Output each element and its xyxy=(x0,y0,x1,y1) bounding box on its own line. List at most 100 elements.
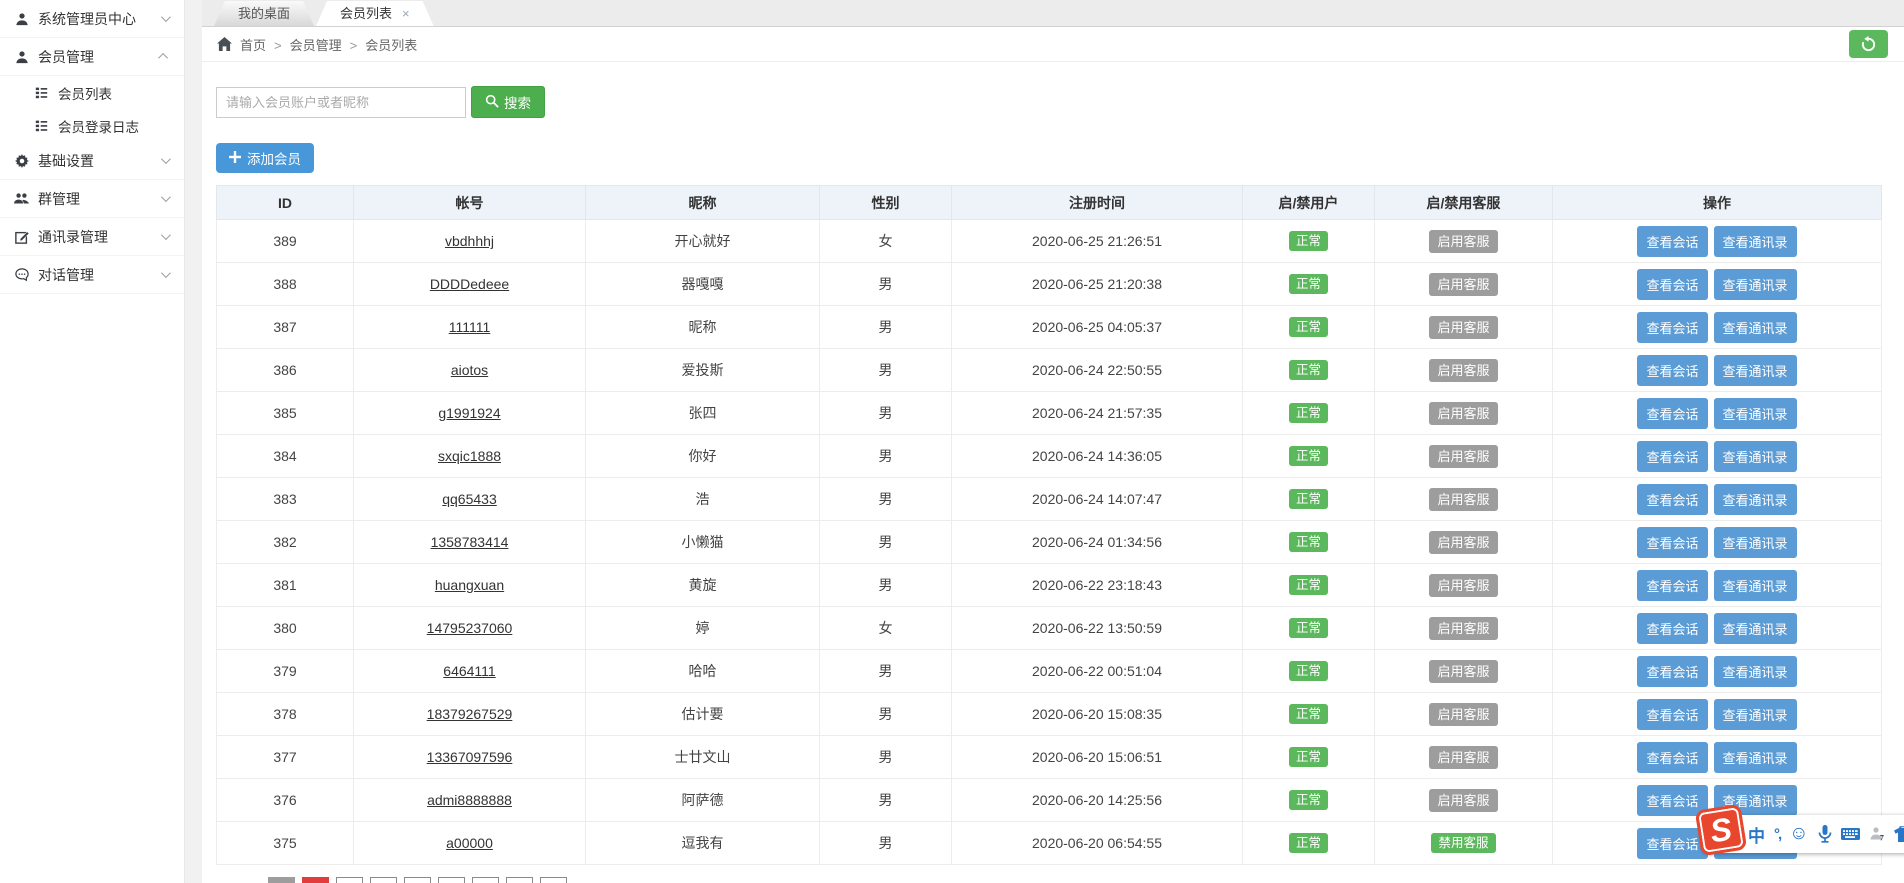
view-session-button[interactable]: 查看会话 xyxy=(1637,483,1708,515)
view-contacts-button[interactable]: 查看通讯录 xyxy=(1713,397,1797,429)
view-contacts-button[interactable]: 查看通讯录 xyxy=(1713,354,1797,386)
cs-status-badge[interactable]: 启用客服 xyxy=(1429,487,1498,511)
page-prev-button[interactable] xyxy=(268,877,295,883)
sidebar-item-0[interactable]: 系统管理员中心 xyxy=(0,0,184,38)
view-session-button[interactable]: 查看会话 xyxy=(1637,741,1708,773)
user-status-badge[interactable]: 正常 xyxy=(1288,531,1328,553)
sidebar-item-1[interactable]: 会员管理 xyxy=(0,38,184,76)
skin-icon[interactable]: 77 xyxy=(1869,826,1885,842)
user-status-badge[interactable]: 正常 xyxy=(1288,402,1328,424)
cs-status-badge[interactable]: 启用客服 xyxy=(1429,401,1498,425)
user-status-badge[interactable]: 正常 xyxy=(1288,617,1328,639)
view-contacts-button[interactable]: 查看通讯录 xyxy=(1713,569,1797,601)
sogou-logo[interactable]: S xyxy=(1694,803,1748,857)
view-session-button[interactable]: 查看会话 xyxy=(1637,612,1708,644)
view-session-button[interactable]: 查看会话 xyxy=(1637,225,1708,257)
cs-status-badge[interactable]: 启用客服 xyxy=(1429,616,1498,640)
tab-1[interactable]: 会员列表 × xyxy=(316,1,434,26)
user-status-badge[interactable]: 正常 xyxy=(1288,703,1328,725)
view-contacts-button[interactable]: 查看通讯录 xyxy=(1713,268,1797,300)
breadcrumb-link-0[interactable]: 首页 xyxy=(240,38,266,53)
view-contacts-button[interactable]: 查看通讯录 xyxy=(1713,698,1797,730)
view-session-button[interactable]: 查看会话 xyxy=(1637,569,1708,601)
user-status-badge[interactable]: 正常 xyxy=(1288,488,1328,510)
account-link[interactable]: 13367097596 xyxy=(427,749,513,765)
sidebar-item-7[interactable]: 对话管理 xyxy=(0,256,184,294)
cs-status-badge[interactable]: 启用客服 xyxy=(1429,573,1498,597)
view-contacts-button[interactable]: 查看通讯录 xyxy=(1713,311,1797,343)
account-link[interactable]: huangxuan xyxy=(435,577,504,593)
view-session-button[interactable]: 查看会话 xyxy=(1637,311,1708,343)
user-status-badge[interactable]: 正常 xyxy=(1288,574,1328,596)
search-button[interactable]: 搜索 xyxy=(471,86,545,118)
page-button-4[interactable] xyxy=(404,877,431,883)
user-status-badge[interactable]: 正常 xyxy=(1288,789,1328,811)
view-session-button[interactable]: 查看会话 xyxy=(1637,827,1708,859)
view-session-button[interactable]: 查看会话 xyxy=(1637,397,1708,429)
wardrobe-icon[interactable] xyxy=(1893,826,1904,842)
account-link[interactable]: a00000 xyxy=(446,835,493,851)
account-link[interactable]: aiotos xyxy=(451,362,488,378)
cs-status-badge[interactable]: 启用客服 xyxy=(1429,272,1498,296)
page-button-7[interactable] xyxy=(506,877,533,883)
keyboard-icon[interactable] xyxy=(1840,827,1860,841)
cs-status-badge[interactable]: 启用客服 xyxy=(1429,358,1498,382)
view-contacts-button[interactable]: 查看通讯录 xyxy=(1713,526,1797,558)
user-status-badge[interactable]: 正常 xyxy=(1288,660,1328,682)
close-icon[interactable]: × xyxy=(402,6,410,21)
account-link[interactable]: qq65433 xyxy=(442,491,497,507)
cs-status-badge[interactable]: 启用客服 xyxy=(1429,444,1498,468)
page-button-8[interactable] xyxy=(540,877,567,883)
breadcrumb-link-2[interactable]: 会员列表 xyxy=(365,38,417,53)
add-member-button[interactable]: 添加会员 xyxy=(216,143,314,173)
page-button-5[interactable] xyxy=(438,877,465,883)
user-status-badge[interactable]: 正常 xyxy=(1288,316,1328,338)
view-contacts-button[interactable]: 查看通讯录 xyxy=(1713,655,1797,687)
page-button-2[interactable] xyxy=(336,877,363,883)
view-session-button[interactable]: 查看会话 xyxy=(1637,354,1708,386)
view-session-button[interactable]: 查看会话 xyxy=(1637,440,1708,472)
search-input[interactable] xyxy=(216,86,466,118)
account-link[interactable]: 111111 xyxy=(449,319,491,335)
user-status-badge[interactable]: 正常 xyxy=(1288,359,1328,381)
user-status-badge[interactable]: 正常 xyxy=(1288,273,1328,295)
cs-status-badge[interactable]: 启用客服 xyxy=(1429,659,1498,683)
sidebar-item-5[interactable]: 群管理 xyxy=(0,180,184,218)
account-link[interactable]: vbdhhhj xyxy=(445,233,494,249)
account-link[interactable]: sxqic1888 xyxy=(438,448,501,464)
view-session-button[interactable]: 查看会话 xyxy=(1637,526,1708,558)
account-link[interactable]: 1358783414 xyxy=(431,534,509,550)
cs-status-badge[interactable]: 启用客服 xyxy=(1429,788,1498,812)
refresh-button[interactable] xyxy=(1849,30,1888,58)
breadcrumb-link-1[interactable]: 会员管理 xyxy=(290,38,342,53)
punctuation-icon[interactable]: °, xyxy=(1774,826,1782,843)
cs-status-badge[interactable]: 启用客服 xyxy=(1429,315,1498,339)
account-link[interactable]: 18379267529 xyxy=(427,706,513,722)
emoji-icon[interactable]: ☺ xyxy=(1789,823,1808,845)
view-contacts-button[interactable]: 查看通讯录 xyxy=(1713,483,1797,515)
cs-status-badge[interactable]: 启用客服 xyxy=(1429,745,1498,769)
page-button-6[interactable] xyxy=(472,877,499,883)
cs-status-badge[interactable]: 启用客服 xyxy=(1429,229,1498,253)
account-link[interactable]: 6464111 xyxy=(443,663,495,679)
account-link[interactable]: DDDDedeee xyxy=(430,276,509,292)
account-link[interactable]: admi8888888 xyxy=(427,792,512,808)
view-session-button[interactable]: 查看会话 xyxy=(1637,655,1708,687)
account-link[interactable]: g1991924 xyxy=(438,405,500,421)
view-session-button[interactable]: 查看会话 xyxy=(1637,784,1708,816)
sidebar-item-6[interactable]: 通讯录管理 xyxy=(0,218,184,256)
view-session-button[interactable]: 查看会话 xyxy=(1637,698,1708,730)
view-contacts-button[interactable]: 查看通讯录 xyxy=(1713,440,1797,472)
view-contacts-button[interactable]: 查看通讯录 xyxy=(1713,741,1797,773)
sidebar-item-2[interactable]: 会员列表 xyxy=(0,76,184,109)
view-contacts-button[interactable]: 查看通讯录 xyxy=(1713,612,1797,644)
page-current-button[interactable] xyxy=(302,877,329,883)
sidebar-item-3[interactable]: 会员登录日志 xyxy=(0,109,184,142)
cs-status-badge[interactable]: 启用客服 xyxy=(1429,702,1498,726)
microphone-icon[interactable] xyxy=(1818,825,1832,843)
page-button-3[interactable] xyxy=(370,877,397,883)
user-status-badge[interactable]: 正常 xyxy=(1288,445,1328,467)
user-status-badge[interactable]: 正常 xyxy=(1288,230,1328,252)
tab-0[interactable]: 我的桌面 xyxy=(214,1,314,26)
cs-status-badge[interactable]: 禁用客服 xyxy=(1431,832,1496,854)
